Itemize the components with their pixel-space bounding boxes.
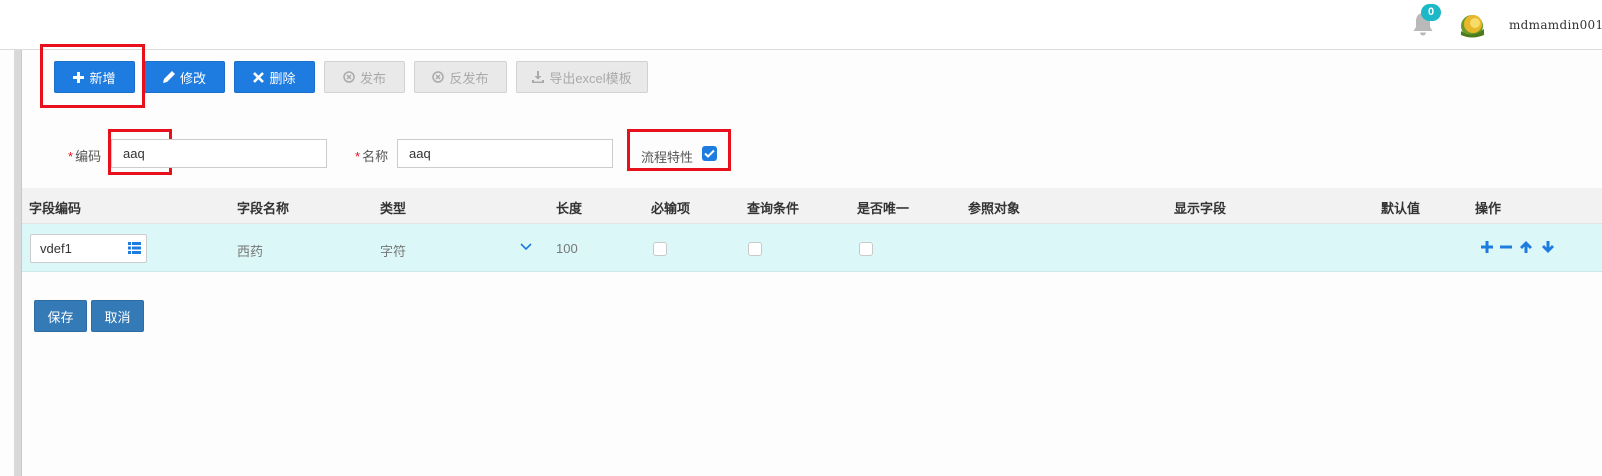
- column-header-default-value: 默认值: [1381, 201, 1421, 216]
- unpublish-button[interactable]: 反发布: [414, 61, 507, 93]
- field-name-value[interactable]: 西药: [237, 241, 263, 260]
- circle-close-icon: [343, 71, 355, 83]
- cancel-button[interactable]: 取消: [91, 300, 144, 332]
- type-select-value[interactable]: 字符: [380, 241, 406, 260]
- code-input[interactable]: [111, 139, 327, 168]
- column-header-field-code: 字段编码: [29, 201, 82, 216]
- publish-button[interactable]: 发布: [324, 61, 405, 93]
- name-label: * 名称: [355, 146, 388, 165]
- edit-button[interactable]: 修改: [144, 61, 225, 93]
- column-header-unique: 是否唯一: [857, 201, 910, 216]
- column-header-actions: 操作: [1475, 201, 1502, 216]
- username[interactable]: mdmamdin001: [1509, 18, 1602, 32]
- publish-button-label: 发布: [359, 70, 386, 86]
- column-header-field-name: 字段名称: [237, 201, 290, 216]
- column-header-query-condition: 查询条件: [747, 201, 800, 216]
- process-feature-label: 流程特性: [641, 150, 694, 165]
- name-input[interactable]: [397, 139, 613, 168]
- column-header-type: 类型: [380, 201, 407, 216]
- highlight-box-add: [40, 44, 145, 108]
- top-bar: 0 mdmamdin001: [0, 0, 1602, 50]
- plus-icon[interactable]: [1480, 240, 1494, 254]
- delete-button[interactable]: 删除: [234, 61, 315, 93]
- close-icon: [253, 71, 265, 83]
- required-checkbox[interactable]: [653, 242, 667, 256]
- code-label: * 编码: [68, 146, 101, 165]
- pencil-icon: [162, 71, 175, 83]
- table-row: vdef1 西药 字符 100: [22, 224, 1602, 272]
- required-mark: *: [355, 149, 361, 164]
- field-code-value: vdef1: [40, 241, 72, 256]
- name-label-text: 名称: [362, 149, 389, 164]
- column-header-length: 长度: [556, 201, 583, 216]
- chevron-down-icon[interactable]: [520, 243, 532, 251]
- process-feature-checkbox[interactable]: [702, 146, 717, 161]
- export-template-button[interactable]: 导出excel模板: [516, 61, 648, 93]
- circle-close-icon: [432, 71, 445, 83]
- export-template-button-label: 导出excel模板: [549, 70, 632, 86]
- arrow-up-icon[interactable]: [1519, 240, 1533, 254]
- unique-checkbox[interactable]: [859, 242, 873, 256]
- length-value[interactable]: 100: [556, 241, 578, 256]
- left-scroll-rail: [14, 50, 22, 476]
- minus-icon[interactable]: [1499, 240, 1513, 254]
- notification-badge[interactable]: 0: [1421, 4, 1441, 21]
- cancel-button-label: 取消: [104, 309, 131, 325]
- save-button[interactable]: 保存: [34, 300, 87, 332]
- arrow-down-icon[interactable]: [1541, 240, 1555, 254]
- save-button-label: 保存: [47, 309, 74, 325]
- column-header-required: 必输项: [651, 201, 691, 216]
- column-header-reference: 参照对象: [968, 201, 1021, 216]
- unpublish-button-label: 反发布: [449, 70, 489, 86]
- list-icon[interactable]: [128, 242, 141, 254]
- edit-button-label: 修改: [179, 70, 206, 86]
- delete-button-label: 删除: [269, 70, 296, 86]
- avatar[interactable]: [1458, 11, 1488, 39]
- code-label-text: 编码: [75, 149, 102, 164]
- check-icon: [704, 149, 715, 158]
- download-icon: [532, 71, 545, 83]
- column-header-display-field: 显示字段: [1174, 201, 1227, 216]
- table-header: 字段编码 字段名称 类型 长度 必输项 查询条件 是否唯一 参照对象 显示字段 …: [22, 188, 1602, 224]
- query-condition-checkbox[interactable]: [748, 242, 762, 256]
- required-mark: *: [68, 149, 74, 164]
